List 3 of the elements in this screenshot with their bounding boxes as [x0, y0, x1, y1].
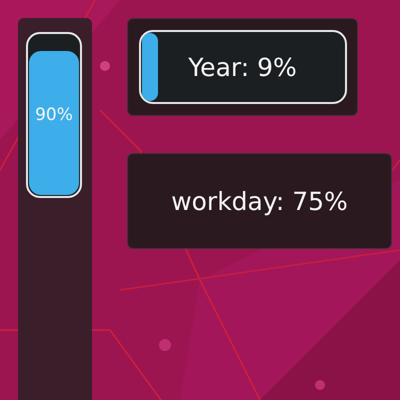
widget-label: workday: 75%	[171, 186, 348, 216]
progress-label: Year: 9%	[188, 52, 297, 82]
meter-label: 90%	[35, 105, 73, 125]
